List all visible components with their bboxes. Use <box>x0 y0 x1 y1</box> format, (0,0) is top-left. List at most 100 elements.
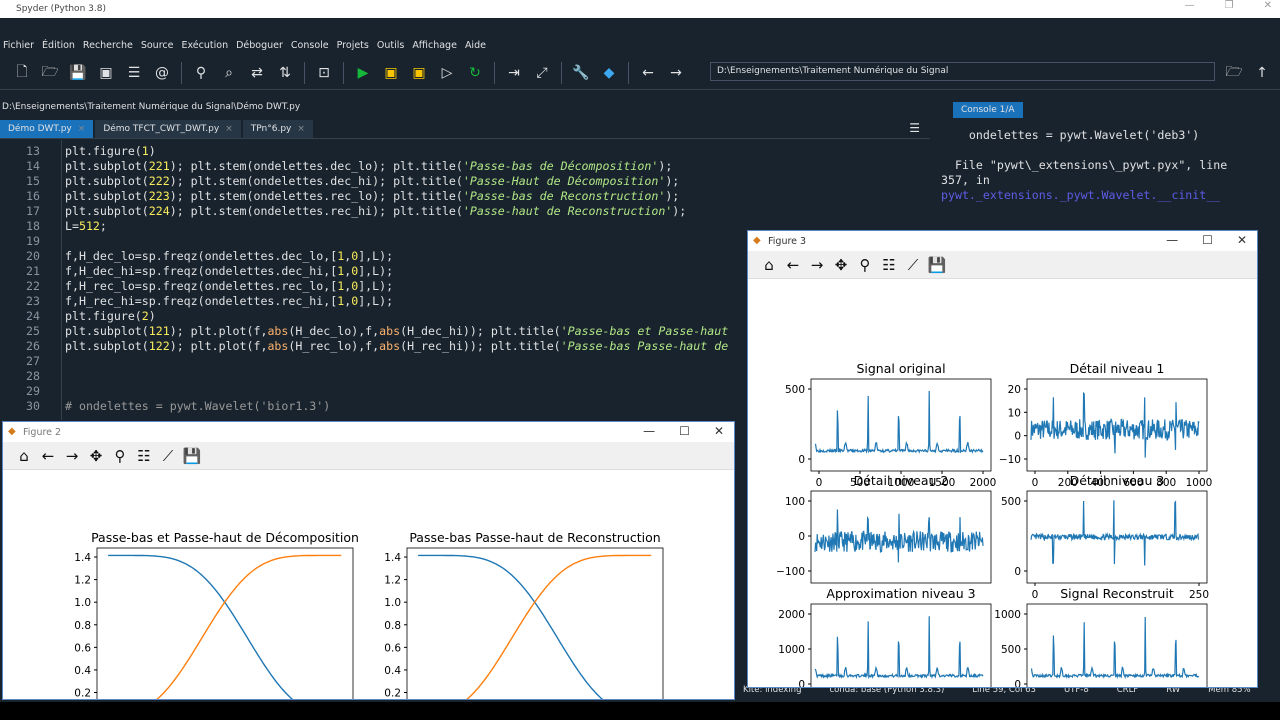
swap-icon[interactable]: ⇄ <box>246 62 268 84</box>
close-tab-icon[interactable]: × <box>225 124 233 134</box>
configure-icon[interactable]: ☷ <box>878 254 900 276</box>
signal-line <box>1030 500 1200 566</box>
menu-projets[interactable]: Projets <box>334 40 374 51</box>
zoom-icon[interactable]: ⚲ <box>854 254 876 276</box>
tabs-menu-icon[interactable]: ☰ <box>909 121 920 135</box>
signal-line <box>814 509 984 563</box>
menu-affichage[interactable]: Affichage <box>409 40 462 51</box>
search-replace-icon[interactable]: ⌕ <box>218 62 240 84</box>
tab-demo-dwt[interactable]: Démo DWT.py × <box>0 120 94 138</box>
y-tick-label: 0 <box>1014 566 1021 578</box>
tab-tpn6[interactable]: TPn°6.py × <box>242 120 313 138</box>
find-icon[interactable]: ⊡ <box>313 62 335 84</box>
browse-folder-icon[interactable]: 🗁 <box>1223 62 1245 84</box>
python-icon[interactable]: ◆ <box>598 62 620 84</box>
signal-line <box>1030 391 1200 458</box>
minimize-button[interactable]: — <box>1185 0 1195 11</box>
x-tick-label: 0 <box>816 477 823 489</box>
sort-icon[interactable]: ⇅ <box>274 62 296 84</box>
x-tick-label: 2000 <box>970 477 997 489</box>
pan-icon[interactable]: ✥ <box>85 445 107 467</box>
at-icon[interactable]: @ <box>151 62 173 84</box>
y-tick-label: 0.4 <box>74 665 91 677</box>
back-arrow-icon[interactable]: ← <box>637 62 659 84</box>
maximize-button[interactable]: ☐ <box>1202 233 1213 247</box>
y-tick-label: 500 <box>785 384 805 396</box>
home-icon[interactable]: ⌂ <box>13 445 35 467</box>
run-cell-advance-icon[interactable]: ▣ <box>408 62 430 84</box>
menu-edition[interactable]: Édition <box>39 40 80 51</box>
minimize-button[interactable]: — <box>643 424 655 438</box>
line-number: 16 <box>26 189 40 203</box>
wavelet-subplot: Détail niveau 3 0 250 0 500 <box>1001 473 1209 601</box>
toolbar-separator <box>343 61 344 84</box>
new-file-icon[interactable]: 🗋 <box>11 62 33 84</box>
close-button[interactable]: ✕ <box>1264 0 1272 11</box>
menu-source[interactable]: Source <box>138 40 179 51</box>
close-tab-icon[interactable]: × <box>78 124 86 134</box>
forward-arrow-icon[interactable]: → <box>665 62 687 84</box>
menu-bar: Fichier Édition Recherche Source Exécuti… <box>0 36 1280 54</box>
edit-axes-icon[interactable]: ⟋ <box>157 445 179 467</box>
preferences-icon[interactable]: 🔧 <box>570 62 592 84</box>
line-number: 17 <box>26 204 40 218</box>
back-icon[interactable]: ← <box>782 254 804 276</box>
close-tab-icon[interactable]: × <box>297 124 305 134</box>
line-number: 14 <box>26 159 40 173</box>
edit-axes-icon[interactable]: ⟋ <box>902 254 924 276</box>
close-button[interactable]: ✕ <box>1237 233 1247 247</box>
y-tick-label: 1.4 <box>384 552 401 564</box>
forward-icon[interactable]: → <box>61 445 83 467</box>
home-icon[interactable]: ⌂ <box>758 254 780 276</box>
line-text: plt.subplot(223); plt.stem(ondelettes.re… <box>65 189 680 203</box>
line-number: 26 <box>26 339 40 353</box>
save-icon[interactable]: 💾 <box>181 445 203 467</box>
configure-icon[interactable]: ☷ <box>133 445 155 467</box>
line-number: 15 <box>26 174 40 188</box>
pan-icon[interactable]: ✥ <box>830 254 852 276</box>
menu-console[interactable]: Console <box>288 40 334 51</box>
menu-recherche[interactable]: Recherche <box>80 40 138 51</box>
run-cell-icon[interactable]: ▣ <box>380 62 402 84</box>
menu-outils[interactable]: Outils <box>374 40 409 51</box>
save-icon[interactable]: 💾 <box>926 254 948 276</box>
maximize-pane-icon[interactable]: ⇥ <box>503 62 525 84</box>
open-file-icon[interactable]: 🗁 <box>39 62 61 84</box>
line-text: f,H_rec_lo=sp.freqz(ondelettes.rec_lo,[1… <box>65 279 394 293</box>
minimize-button[interactable]: — <box>1166 233 1178 247</box>
search-icon[interactable]: ⚲ <box>190 62 212 84</box>
figure3-window-controls: — ☐ ✕ <box>1166 233 1247 247</box>
menu-fichier[interactable]: Fichier <box>0 40 39 51</box>
y-tick-label: 1.2 <box>74 575 91 587</box>
menu-execution[interactable]: Exécution <box>178 40 233 51</box>
save-icon[interactable]: 💾 <box>67 62 89 84</box>
fullscreen-icon[interactable]: ⤢ <box>531 62 553 84</box>
tab-console[interactable]: Console 1/A <box>953 102 1023 118</box>
figure2-window-controls: — ☐ ✕ <box>643 424 724 438</box>
run-icon[interactable]: ▶ <box>352 62 374 84</box>
y-tick-label: 1.0 <box>74 597 91 609</box>
run-selection-icon[interactable]: ▷ <box>436 62 458 84</box>
forward-icon[interactable]: → <box>806 254 828 276</box>
line-text: L=512; <box>65 219 107 233</box>
figure3-toolbar: ⌂ ← → ✥ ⚲ ☷ ⟋ 💾 <box>748 251 1257 279</box>
console-output[interactable]: ondelettes = pywt.Wavelet('deb3') File "… <box>941 128 1227 203</box>
maximize-button[interactable]: ❐ <box>1225 0 1234 11</box>
series-highpass-line <box>466 554 652 699</box>
close-button[interactable]: ✕ <box>714 424 724 438</box>
y-tick-label: −10 <box>999 454 1021 466</box>
tab-demo-tfct[interactable]: Démo TFCT_CWT_DWT.py × <box>95 120 241 138</box>
working-directory-input[interactable]: D:\Enseignements\Traitement Numérique du… <box>710 62 1215 81</box>
back-icon[interactable]: ← <box>37 445 59 467</box>
save-all-icon[interactable]: ▣ <box>95 62 117 84</box>
zoom-icon[interactable]: ⚲ <box>109 445 131 467</box>
list-icon[interactable]: ☰ <box>123 62 145 84</box>
rerun-icon[interactable]: ↻ <box>464 62 486 84</box>
chart-title: Détail niveau 2 <box>854 473 949 488</box>
menu-aide[interactable]: Aide <box>462 40 491 51</box>
line-text: # ondelettes = pywt.Wavelet('bior1.3') <box>65 399 331 413</box>
maximize-button[interactable]: ☐ <box>679 424 690 438</box>
menu-deboguer[interactable]: Déboguer <box>233 40 288 51</box>
y-tick-label: 1.0 <box>384 597 401 609</box>
parent-dir-icon[interactable]: ↑ <box>1251 62 1273 84</box>
